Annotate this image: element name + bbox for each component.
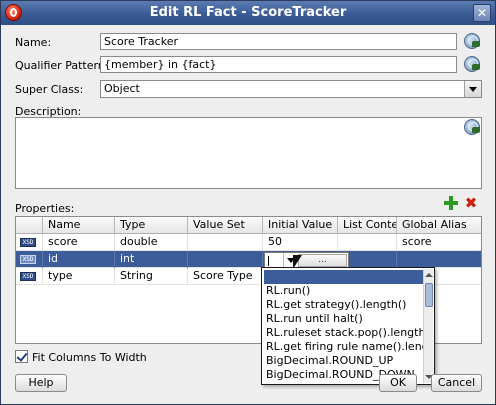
super-class-combo[interactable]: Object: [100, 80, 482, 98]
name-field[interactable]: Score Tracker: [100, 33, 457, 50]
column-header-list-content[interactable]: List Content: [338, 217, 397, 234]
description-textarea[interactable]: [15, 117, 482, 189]
xsd-type-icon: XSD: [20, 272, 36, 281]
scrollbar-thumb[interactable]: [425, 283, 433, 307]
expression-builder-icon[interactable]: [464, 119, 480, 135]
dropdown-scrollbar[interactable]: [423, 269, 433, 383]
list-item[interactable]: RL.run until halt(): [264, 312, 424, 326]
cell-type[interactable]: String: [115, 268, 188, 285]
qualifier-pattern-field[interactable]: {member} in {fact}: [100, 56, 457, 73]
cell-value-set[interactable]: [188, 234, 263, 251]
add-icon[interactable]: [444, 196, 458, 210]
chevron-down-icon[interactable]: [464, 81, 481, 97]
cell-value-set[interactable]: Score Type: [188, 268, 263, 285]
title-bar[interactable]: Edit RL Fact - ScoreTracker ✕: [1, 1, 495, 25]
xsd-type-icon: XSD: [20, 255, 36, 264]
text-caret: [268, 256, 269, 266]
list-item-selected[interactable]: [264, 270, 424, 284]
list-item[interactable]: RL.ruleset stack.pop().length(): [264, 326, 424, 340]
cell-list-content[interactable]: [338, 234, 397, 251]
column-header-initial-value[interactable]: Initial Value: [263, 217, 338, 234]
super-class-label: Super Class:: [15, 83, 84, 96]
column-header-value-set[interactable]: Value Set: [188, 217, 263, 234]
table-row[interactable]: XSD score double 50 score: [16, 234, 481, 251]
properties-label: Properties:: [15, 202, 75, 215]
fit-columns-checkbox[interactable]: [15, 350, 28, 363]
cell-type[interactable]: int: [115, 251, 188, 268]
cell-global-alias[interactable]: score: [397, 234, 481, 251]
close-button[interactable]: ✕: [473, 4, 491, 22]
column-header-icon: [16, 217, 43, 234]
expression-builder-icon[interactable]: [464, 56, 480, 72]
list-item[interactable]: RL.run(): [264, 284, 424, 298]
column-header-global-alias[interactable]: Global Alias: [397, 217, 481, 234]
fit-columns-label: Fit Columns To Width: [32, 351, 147, 364]
window-title: Edit RL Fact - ScoreTracker: [149, 5, 347, 20]
initial-value-dropdown-list[interactable]: RL.run() RL.get strategy().length() RL.r…: [261, 267, 435, 385]
ok-button[interactable]: OK: [379, 374, 417, 392]
ellipsis-button[interactable]: ...: [298, 254, 347, 267]
edit-rl-fact-dialog: Edit RL Fact - ScoreTracker ✕ Name: Scor…: [0, 0, 496, 405]
super-class-value: Object: [104, 82, 140, 95]
close-icon: ✕: [476, 6, 488, 20]
qualifier-pattern-label: Qualifier Pattern:: [15, 59, 109, 72]
xsd-type-icon: XSD: [20, 238, 36, 247]
cancel-button[interactable]: Cancel: [431, 374, 482, 392]
name-label: Name:: [15, 36, 52, 49]
cell-name[interactable]: type: [43, 268, 115, 285]
cell-name[interactable]: score: [43, 234, 115, 251]
scroll-up-icon[interactable]: [425, 271, 433, 279]
oracle-app-icon: [5, 4, 22, 21]
list-item[interactable]: RL.get strategy().length(): [264, 298, 424, 312]
column-header-type[interactable]: Type: [115, 217, 188, 234]
cell-name[interactable]: id: [43, 251, 115, 268]
help-button[interactable]: Help: [15, 374, 67, 392]
list-item[interactable]: RL.get firing rule name().length(): [264, 340, 424, 354]
cell-value-set[interactable]: [188, 251, 263, 268]
cell-global-alias[interactable]: [397, 251, 481, 268]
cell-type[interactable]: double: [115, 234, 188, 251]
cell-initial-value[interactable]: 50: [263, 234, 338, 251]
table-row-selected[interactable]: XSD id int: [16, 251, 481, 268]
table-header: Name Type Value Set Initial Value List C…: [16, 217, 481, 234]
delete-icon[interactable]: ✖: [464, 196, 478, 211]
expression-builder-icon[interactable]: [464, 33, 480, 49]
column-header-name[interactable]: Name: [43, 217, 115, 234]
list-item[interactable]: BigDecimal.ROUND_UP: [264, 354, 424, 368]
